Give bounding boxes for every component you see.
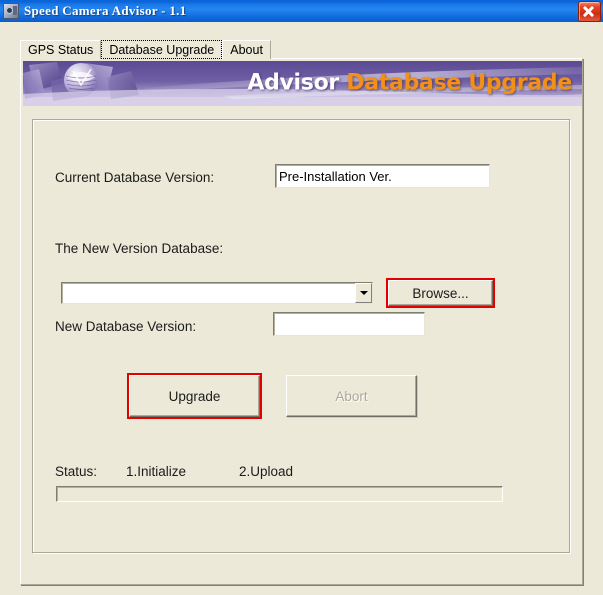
tab-page-database-upgrade: Advisor Database Upgrade Current Databas… [20,58,583,585]
current-database-version-value: Pre-Installation Ver. [279,168,392,184]
banner: Advisor Database Upgrade [23,61,582,106]
window-title: Speed Camera Advisor - 1.1 [24,3,187,18]
tab-gps-status[interactable]: GPS Status [20,40,102,59]
app-icon [3,3,19,19]
upgrade-progress-bar [56,486,503,502]
banner-title-advisor: Advisor [247,69,339,95]
browse-button[interactable]: Browse... [388,280,493,306]
tab-about[interactable]: About [222,40,271,59]
title-bar: Speed Camera Advisor - 1.1 [0,0,603,22]
new-database-version-field[interactable] [273,312,425,336]
banner-title: Advisor Database Upgrade [247,70,572,95]
banner-title-database-upgrade: Database Upgrade [346,69,572,95]
tab-strip: GPS Status Database Upgrade About [20,39,271,59]
database-path-combobox[interactable] [61,282,373,304]
abort-button-label: Abort [335,388,368,404]
current-database-version-field[interactable]: Pre-Installation Ver. [275,164,490,188]
status-step-upload: 2.Upload [239,464,294,479]
tab-about-label: About [230,43,263,57]
browse-button-label: Browse... [412,285,469,301]
application-window: Speed Camera Advisor - 1.1 GPS Status Da… [0,0,603,595]
tab-database-upgrade[interactable]: Database Upgrade [101,40,223,59]
tab-gps-status-label: GPS Status [28,43,94,57]
upgrade-button-label: Upgrade [168,388,221,404]
abort-button[interactable]: Abort [286,375,417,417]
client-area: GPS Status Database Upgrade About Adviso… [0,22,603,595]
new-version-database-label: The New Version Database: [55,241,224,256]
upgrade-button[interactable]: Upgrade [129,375,260,417]
chevron-down-icon[interactable] [355,283,372,303]
current-database-version-label: Current Database Version: [55,170,215,185]
close-icon[interactable] [578,0,601,22]
new-database-version-label: New Database Version: [55,319,197,334]
tab-database-upgrade-label: Database Upgrade [109,42,215,57]
status-step-initialize: 1.Initialize [126,464,187,479]
status-label: Status: [55,464,98,479]
